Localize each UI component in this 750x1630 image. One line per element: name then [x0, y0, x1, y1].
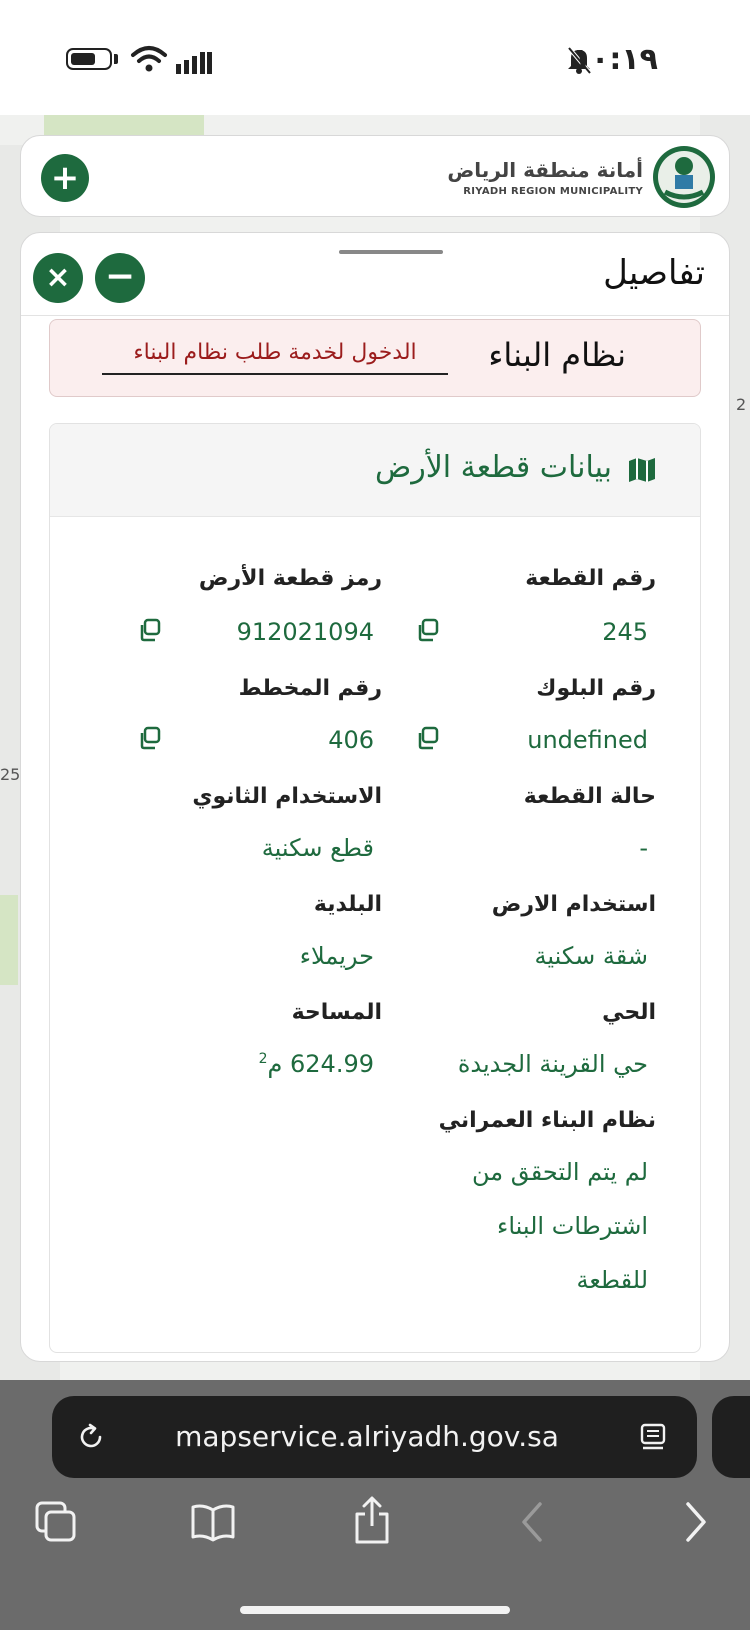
land-code-label: رمز قطعة الأرض	[198, 566, 382, 591]
close-button[interactable]: ×	[33, 253, 83, 303]
urban-building-system-label: نظام البناء العمراني	[438, 1108, 656, 1133]
browser-toolbar: mapservice.alriyadh.gov.sa	[0, 1380, 750, 1630]
copy-icon[interactable]	[138, 618, 162, 642]
district-value: حي القرينة الجديدة	[457, 1050, 648, 1078]
map-label: 25	[0, 765, 21, 784]
reader-mode-icon[interactable]	[638, 1422, 668, 1452]
secondary-use-label: الاستخدام الثانوي	[192, 784, 382, 809]
area-value: 624.99	[290, 1050, 374, 1078]
building-system-request-link[interactable]: الدخول لخدمة طلب نظام البناء	[102, 340, 448, 375]
block-number-value: undefined	[527, 726, 648, 754]
details-panel: × − تفاصيل نظام البناء الدخول لخدمة طلب …	[20, 232, 730, 1362]
plot-number-value: 245	[602, 618, 648, 646]
land-data-card: بيانات قطعة الأرض رقم القطعة رمز قطعة ال…	[49, 423, 701, 1353]
brand-name-arabic: أمانة منطقة الرياض	[447, 158, 643, 182]
land-data-title: بيانات قطعة الأرض	[374, 450, 612, 485]
land-use-value: شقة سكنية	[534, 942, 648, 970]
tabs-icon[interactable]	[34, 1500, 78, 1544]
brand-name-english: RIYADH REGION MUNICIPALITY	[463, 186, 643, 197]
urban-building-system-value-line: اشترطات البناء	[497, 1212, 648, 1240]
plan-number-label: رقم المخطط	[238, 676, 382, 701]
block-number-label: رقم البلوك	[536, 676, 656, 701]
plot-status-label: حالة القطعة	[523, 784, 656, 809]
battery-icon	[66, 48, 112, 70]
secondary-use-value: قطع سكنية	[261, 834, 374, 862]
battery-cap	[114, 54, 118, 64]
copy-icon[interactable]	[416, 618, 440, 642]
forward-arrow-icon[interactable]	[680, 1500, 712, 1544]
copy-icon[interactable]	[138, 726, 162, 750]
header-bar: + أمانة منطقة الرياض RIYADH REGION MUNIC…	[20, 135, 730, 217]
address-bar[interactable]: mapservice.alriyadh.gov.sa	[52, 1396, 697, 1478]
panel-title: تفاصيل	[603, 253, 705, 293]
municipality-value: حريملاء	[299, 942, 374, 970]
area-unit: م	[267, 1050, 283, 1078]
area-unit-superscript: 2	[258, 1051, 268, 1067]
home-indicator[interactable]	[240, 1606, 510, 1614]
bookmarks-icon[interactable]	[190, 1502, 236, 1542]
municipality-logo	[653, 146, 715, 208]
map-park	[44, 115, 204, 135]
map-park	[0, 895, 18, 985]
land-data-header: بيانات قطعة الأرض	[50, 424, 700, 517]
drag-handle[interactable]	[339, 250, 443, 254]
land-use-label: استخدام الارض	[491, 892, 656, 917]
reload-icon[interactable]	[76, 1422, 106, 1452]
status-time: ١٠:١٩	[572, 42, 658, 77]
plan-number-value: 406	[328, 726, 374, 754]
copy-icon[interactable]	[416, 726, 440, 750]
area-value-group: 624.99 م2	[259, 1050, 374, 1078]
urban-building-system-value-line: لم يتم التحقق من	[471, 1158, 648, 1186]
minimize-button[interactable]: −	[95, 253, 145, 303]
back-arrow-icon[interactable]	[516, 1500, 548, 1544]
urban-building-system-value-line: للقطعة	[576, 1266, 648, 1294]
building-system-label: نظام البناء	[488, 336, 626, 374]
map-icon	[629, 458, 655, 482]
share-icon[interactable]	[352, 1494, 392, 1546]
map-label: 2	[736, 395, 747, 414]
next-tab-preview[interactable]	[712, 1396, 750, 1478]
land-code-value: 912021094	[236, 618, 374, 646]
plot-number-label: رقم القطعة	[525, 566, 656, 591]
municipality-label: البلدية	[313, 892, 382, 917]
district-label: الحي	[602, 1000, 656, 1025]
divider	[21, 315, 729, 316]
building-system-box: نظام البناء الدخول لخدمة طلب نظام البناء	[49, 319, 701, 397]
status-bar: ١٠:١٩	[0, 0, 750, 115]
plot-status-value: -	[639, 834, 648, 862]
wifi-icon	[131, 46, 167, 72]
add-button[interactable]: +	[41, 154, 89, 202]
area-label: المساحة	[291, 1000, 382, 1025]
url-text[interactable]: mapservice.alriyadh.gov.sa	[132, 1420, 602, 1453]
signal-icon	[176, 52, 212, 74]
